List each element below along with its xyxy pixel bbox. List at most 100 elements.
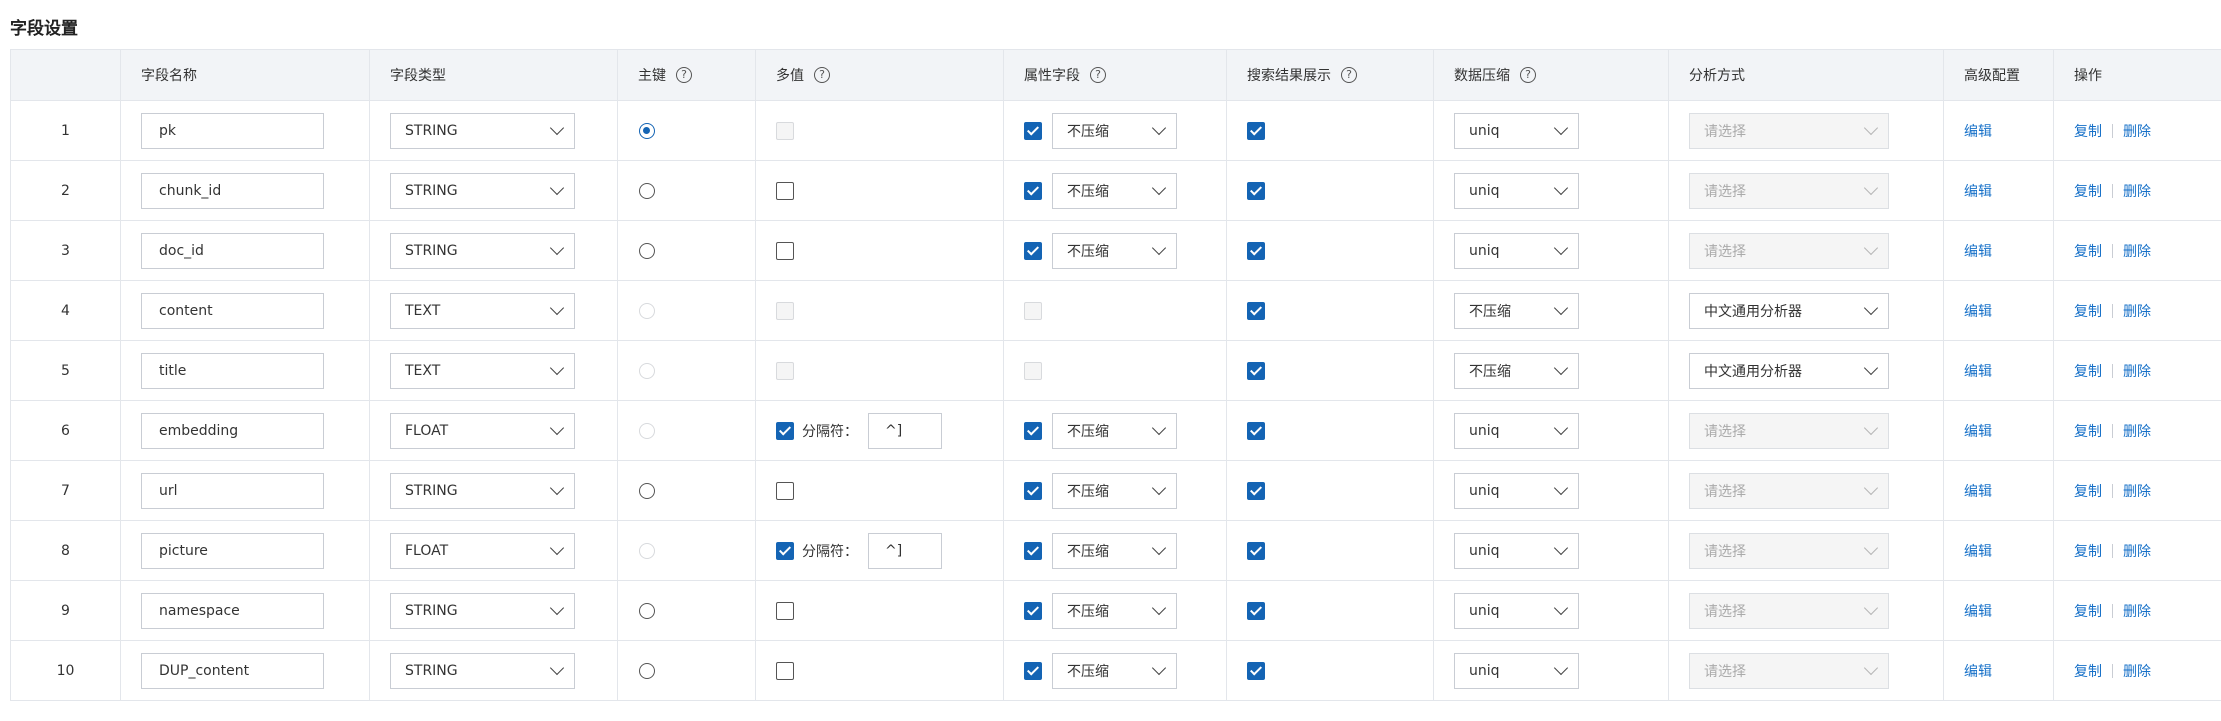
field-type-select[interactable]: STRING bbox=[390, 652, 575, 689]
delete-link[interactable]: 删除 bbox=[2123, 421, 2151, 441]
edit-link[interactable]: 编辑 bbox=[1964, 181, 1992, 201]
separator-input[interactable]: ^] bbox=[868, 412, 942, 449]
copy-link[interactable]: 复制 bbox=[2074, 541, 2102, 561]
attribute-field-checkbox[interactable] bbox=[1024, 421, 1042, 440]
data-compression-select[interactable]: uniq bbox=[1454, 412, 1579, 449]
multi-value-checkbox[interactable] bbox=[776, 241, 794, 260]
edit-link[interactable]: 编辑 bbox=[1964, 361, 1992, 381]
copy-link[interactable]: 复制 bbox=[2074, 361, 2102, 381]
search-display-checkbox[interactable] bbox=[1247, 541, 1265, 560]
attribute-field-checkbox[interactable] bbox=[1024, 541, 1042, 560]
data-compression-select[interactable]: uniq bbox=[1454, 532, 1579, 569]
attribute-field-checkbox[interactable] bbox=[1024, 121, 1042, 140]
search-display-checkbox[interactable] bbox=[1247, 301, 1265, 320]
field-type-select[interactable]: STRING bbox=[390, 172, 575, 209]
copy-link[interactable]: 复制 bbox=[2074, 421, 2102, 441]
search-display-checkbox[interactable] bbox=[1247, 121, 1265, 140]
multi-value-checkbox[interactable] bbox=[776, 181, 794, 200]
data-compression-select[interactable]: uniq bbox=[1454, 472, 1579, 509]
delete-link[interactable]: 删除 bbox=[2123, 121, 2151, 141]
field-type-select[interactable]: TEXT bbox=[390, 352, 575, 389]
copy-link[interactable]: 复制 bbox=[2074, 181, 2102, 201]
multi-value-checkbox[interactable] bbox=[776, 421, 794, 440]
primary-key-radio[interactable] bbox=[639, 122, 655, 139]
separator-input[interactable]: ^] bbox=[868, 532, 942, 569]
data-compression-select[interactable]: uniq bbox=[1454, 172, 1579, 209]
attribute-compression-select[interactable]: 不压缩 bbox=[1052, 412, 1177, 449]
copy-link[interactable]: 复制 bbox=[2074, 121, 2102, 141]
multi-value-checkbox[interactable] bbox=[776, 661, 794, 680]
primary-key-radio[interactable] bbox=[639, 242, 655, 259]
field-type-select[interactable]: STRING bbox=[390, 232, 575, 269]
field-name-input[interactable]: namespace bbox=[141, 592, 324, 629]
attribute-field-checkbox[interactable] bbox=[1024, 181, 1042, 200]
multi-value-checkbox[interactable] bbox=[776, 601, 794, 620]
attribute-compression-select[interactable]: 不压缩 bbox=[1052, 112, 1177, 149]
attribute-field-checkbox[interactable] bbox=[1024, 481, 1042, 500]
attribute-field-checkbox[interactable] bbox=[1024, 241, 1042, 260]
analyzer-select[interactable]: 请选择 bbox=[1689, 652, 1889, 689]
field-name-input[interactable]: doc_id bbox=[141, 232, 324, 269]
delete-link[interactable]: 删除 bbox=[2123, 661, 2151, 681]
data-compression-select[interactable]: uniq bbox=[1454, 652, 1579, 689]
analyzer-select[interactable]: 请选择 bbox=[1689, 472, 1889, 509]
edit-link[interactable]: 编辑 bbox=[1964, 421, 1992, 441]
analyzer-select[interactable]: 请选择 bbox=[1689, 232, 1889, 269]
attribute-compression-select[interactable]: 不压缩 bbox=[1052, 472, 1177, 509]
help-icon[interactable]: ? bbox=[814, 67, 830, 83]
field-name-input[interactable]: content bbox=[141, 292, 324, 329]
analyzer-select[interactable]: 请选择 bbox=[1689, 592, 1889, 629]
multi-value-checkbox[interactable] bbox=[776, 481, 794, 500]
field-name-input[interactable]: picture bbox=[141, 532, 324, 569]
multi-value-checkbox[interactable] bbox=[776, 541, 794, 560]
delete-link[interactable]: 删除 bbox=[2123, 541, 2151, 561]
search-display-checkbox[interactable] bbox=[1247, 241, 1265, 260]
field-name-input[interactable]: embedding bbox=[141, 412, 324, 449]
attribute-compression-select[interactable]: 不压缩 bbox=[1052, 232, 1177, 269]
search-display-checkbox[interactable] bbox=[1247, 421, 1265, 440]
search-display-checkbox[interactable] bbox=[1247, 361, 1265, 380]
field-name-input[interactable]: pk bbox=[141, 112, 324, 149]
field-type-select[interactable]: TEXT bbox=[390, 292, 575, 329]
field-type-select[interactable]: STRING bbox=[390, 592, 575, 629]
analyzer-select[interactable]: 中文通用分析器 bbox=[1689, 352, 1889, 389]
analyzer-select[interactable]: 请选择 bbox=[1689, 412, 1889, 449]
search-display-checkbox[interactable] bbox=[1247, 601, 1265, 620]
delete-link[interactable]: 删除 bbox=[2123, 361, 2151, 381]
analyzer-select[interactable]: 中文通用分析器 bbox=[1689, 292, 1889, 329]
field-name-input[interactable]: title bbox=[141, 352, 324, 389]
edit-link[interactable]: 编辑 bbox=[1964, 121, 1992, 141]
edit-link[interactable]: 编辑 bbox=[1964, 481, 1992, 501]
help-icon[interactable]: ? bbox=[1520, 67, 1536, 83]
delete-link[interactable]: 删除 bbox=[2123, 481, 2151, 501]
primary-key-radio[interactable] bbox=[639, 482, 655, 499]
attribute-compression-select[interactable]: 不压缩 bbox=[1052, 532, 1177, 569]
primary-key-radio[interactable] bbox=[639, 602, 655, 619]
field-type-select[interactable]: STRING bbox=[390, 112, 575, 149]
copy-link[interactable]: 复制 bbox=[2074, 661, 2102, 681]
data-compression-select[interactable]: uniq bbox=[1454, 592, 1579, 629]
data-compression-select[interactable]: uniq bbox=[1454, 112, 1579, 149]
delete-link[interactable]: 删除 bbox=[2123, 241, 2151, 261]
search-display-checkbox[interactable] bbox=[1247, 481, 1265, 500]
analyzer-select[interactable]: 请选择 bbox=[1689, 172, 1889, 209]
field-name-input[interactable]: chunk_id bbox=[141, 172, 324, 209]
search-display-checkbox[interactable] bbox=[1247, 181, 1265, 200]
edit-link[interactable]: 编辑 bbox=[1964, 541, 1992, 561]
analyzer-select[interactable]: 请选择 bbox=[1689, 532, 1889, 569]
help-icon[interactable]: ? bbox=[676, 67, 692, 83]
search-display-checkbox[interactable] bbox=[1247, 661, 1265, 680]
data-compression-select[interactable]: uniq bbox=[1454, 232, 1579, 269]
help-icon[interactable]: ? bbox=[1341, 67, 1357, 83]
delete-link[interactable]: 删除 bbox=[2123, 301, 2151, 321]
field-type-select[interactable]: STRING bbox=[390, 472, 575, 509]
attribute-compression-select[interactable]: 不压缩 bbox=[1052, 172, 1177, 209]
help-icon[interactable]: ? bbox=[1090, 67, 1106, 83]
copy-link[interactable]: 复制 bbox=[2074, 481, 2102, 501]
analyzer-select[interactable]: 请选择 bbox=[1689, 112, 1889, 149]
primary-key-radio[interactable] bbox=[639, 662, 655, 679]
field-type-select[interactable]: FLOAT bbox=[390, 532, 575, 569]
copy-link[interactable]: 复制 bbox=[2074, 601, 2102, 621]
copy-link[interactable]: 复制 bbox=[2074, 241, 2102, 261]
data-compression-select[interactable]: 不压缩 bbox=[1454, 292, 1579, 329]
